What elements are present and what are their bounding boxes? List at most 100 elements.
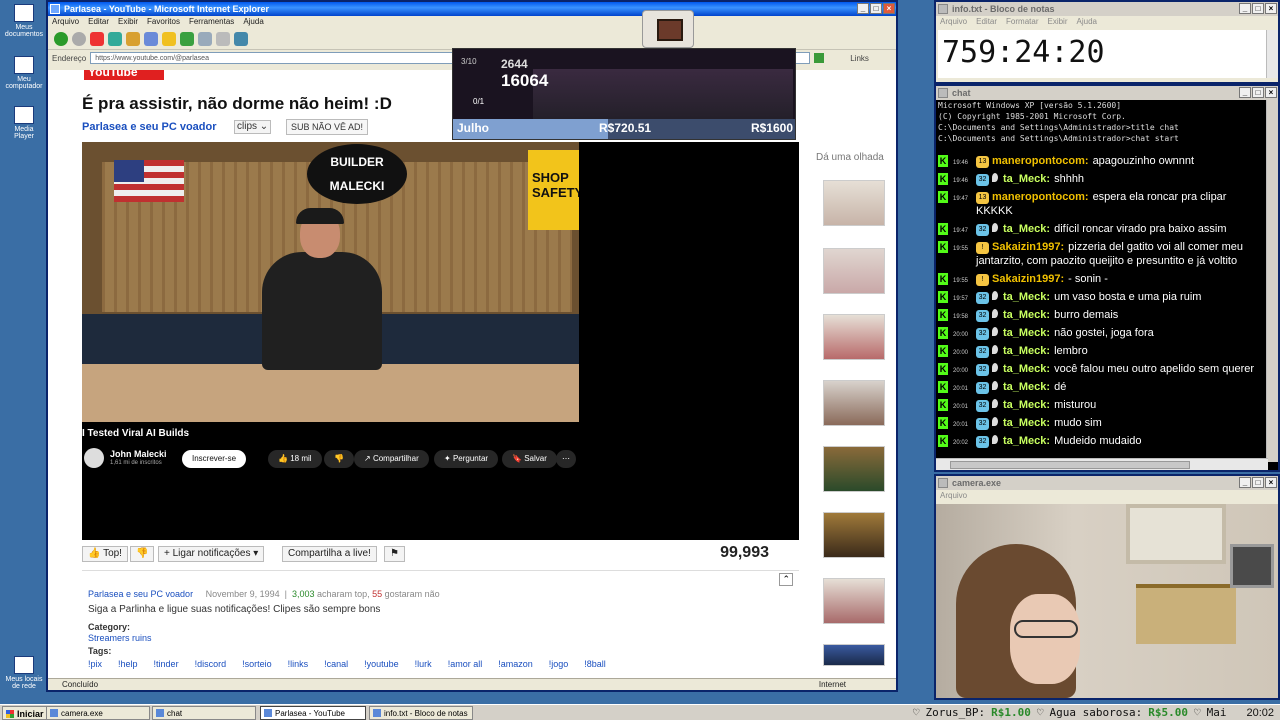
desktop-icon-documents[interactable]: Meus documentos <box>4 4 44 38</box>
menu-view[interactable]: Exibir <box>118 16 138 28</box>
dislike-button[interactable]: 👎 <box>324 450 354 468</box>
like-button[interactable]: 👍 18 mil <box>268 450 322 468</box>
maximize-button[interactable]: □ <box>1252 87 1264 98</box>
tag-link[interactable]: !discord <box>195 659 227 669</box>
close-button[interactable]: × <box>1265 87 1277 98</box>
recommended-thumbnail[interactable] <box>823 248 885 294</box>
minimize-button[interactable]: _ <box>1239 3 1251 14</box>
desktop-icon-computer[interactable]: Meu computador <box>4 56 44 90</box>
flag-button[interactable]: ⚑ <box>384 546 405 562</box>
share-live-button[interactable]: Compartilha a live! <box>282 546 377 562</box>
go-icon[interactable] <box>814 53 825 63</box>
chat-username[interactable]: ta_Meck: <box>1003 327 1050 339</box>
chat-username[interactable]: ta_Meck: <box>1003 399 1050 411</box>
inner-video-title[interactable]: I Tested Viral AI Builds <box>82 428 189 439</box>
category-link[interactable]: Streamers ruins <box>88 633 152 643</box>
chat-username[interactable]: ta_Meck: <box>1003 435 1050 447</box>
menu-help[interactable]: Ajuda <box>1077 16 1097 28</box>
chat-username[interactable]: ta_Meck: <box>1003 291 1050 303</box>
task-notepad[interactable]: info.txt - Bloco de notas <box>369 706 473 720</box>
refresh-icon[interactable] <box>108 31 122 46</box>
tag-link[interactable]: !amazon <box>498 659 533 669</box>
recommended-thumbnail[interactable] <box>823 446 885 492</box>
close-button[interactable]: × <box>1265 477 1277 488</box>
minimize-button[interactable]: _ <box>1239 87 1251 98</box>
maximize-button[interactable]: □ <box>1252 3 1264 14</box>
youtube-logo[interactable]: YouTube <box>84 70 164 80</box>
start-button[interactable]: Iniciar <box>2 706 49 720</box>
forward-icon[interactable] <box>72 31 86 46</box>
recommended-thumbnail[interactable] <box>823 380 885 426</box>
menu-file[interactable]: Arquivo <box>52 16 79 28</box>
minimize-button[interactable]: _ <box>857 3 869 14</box>
notepad-scrollbar[interactable] <box>1266 30 1278 78</box>
menu-edit[interactable]: Editar <box>88 16 109 28</box>
recommended-thumbnail[interactable] <box>823 512 885 558</box>
search-icon[interactable] <box>144 31 158 46</box>
menu-tools[interactable]: Ferramentas <box>189 16 234 28</box>
print-icon[interactable] <box>216 31 230 46</box>
recommended-thumbnail[interactable] <box>823 644 885 666</box>
video-player[interactable]: BUILDER MALECKI SHOP SAFETY I Tested Viral… <box>82 142 799 540</box>
maximize-button[interactable]: □ <box>870 3 882 14</box>
chat-username[interactable]: maneropontocom: <box>992 191 1089 203</box>
tag-link[interactable]: !sorteio <box>242 659 272 669</box>
maximize-button[interactable]: □ <box>1252 477 1264 488</box>
task-browser[interactable]: Parlasea - YouTube <box>260 706 366 720</box>
chat-username[interactable]: ta_Meck: <box>1003 223 1050 235</box>
ask-button[interactable]: ✦ Perguntar <box>434 450 499 468</box>
video-frame[interactable]: BUILDER MALECKI SHOP SAFETY <box>82 142 579 422</box>
chat-title-bar[interactable]: chat _ □ × <box>936 86 1278 100</box>
inner-subscribe-button[interactable]: Inscrever-se <box>182 450 247 468</box>
task-camera[interactable]: camera.exe <box>46 706 150 720</box>
menu-format[interactable]: Formatar <box>1006 16 1038 28</box>
tag-link[interactable]: !canal <box>324 659 348 669</box>
menu-view[interactable]: Exibir <box>1047 16 1067 28</box>
tag-link[interactable]: !pix <box>88 659 102 669</box>
recommended-thumbnail[interactable] <box>823 578 885 624</box>
channel-link[interactable]: Parlasea e seu PC voador <box>82 121 217 133</box>
camera-title-bar[interactable]: camera.exe _ □ × <box>936 476 1278 490</box>
mail-icon[interactable] <box>198 31 212 46</box>
tag-link[interactable]: !lurk <box>415 659 432 669</box>
edit-icon[interactable] <box>234 31 248 46</box>
tag-link[interactable]: !help <box>118 659 138 669</box>
desktop-icon-network[interactable]: Meus locais de rede <box>4 656 44 690</box>
chat-hscrollbar[interactable] <box>936 458 1268 470</box>
chat-username[interactable]: ta_Meck: <box>1003 381 1050 393</box>
notepad-text[interactable]: 759:24:20 <box>938 30 1268 78</box>
home-icon[interactable] <box>126 31 140 46</box>
menu-help[interactable]: Ajuda <box>243 16 263 28</box>
scroll-thumb[interactable] <box>950 461 1190 469</box>
tag-link[interactable]: !jogo <box>549 659 569 669</box>
chat-scrollbar[interactable] <box>1266 100 1278 462</box>
browser-title-bar[interactable]: Parlasea - YouTube - Microsoft Internet … <box>48 2 896 16</box>
subscribe-button[interactable]: SUB NÃO VÊ AD! <box>286 119 369 135</box>
share-button[interactable]: ↗ Compartilhar <box>354 450 429 468</box>
close-button[interactable]: × <box>1265 3 1277 14</box>
close-button[interactable]: × <box>883 3 895 14</box>
chat-username[interactable]: ta_Meck: <box>1003 173 1050 185</box>
minimize-button[interactable]: _ <box>1239 477 1251 488</box>
chat-username[interactable]: Sakaizin1997: <box>992 273 1064 285</box>
chat-username[interactable]: ta_Meck: <box>1003 309 1050 321</box>
tag-link[interactable]: !links <box>288 659 309 669</box>
back-icon[interactable] <box>54 31 68 46</box>
recommended-thumbnail[interactable] <box>823 314 885 360</box>
chat-username[interactable]: ta_Meck: <box>1003 417 1050 429</box>
desktop-icon-media-player[interactable]: Media Player <box>4 106 44 140</box>
more-button[interactable]: ⋯ <box>556 450 576 468</box>
inner-channel-name[interactable]: John Malecki <box>110 449 167 459</box>
links-button[interactable]: Links <box>850 54 869 63</box>
task-chat[interactable]: chat <box>152 706 256 720</box>
chat-username[interactable]: Sakaizin1997: <box>992 241 1064 253</box>
chat-username[interactable]: maneropontocom: <box>992 155 1089 167</box>
menu-favorites[interactable]: Favoritos <box>147 16 180 28</box>
save-button[interactable]: 🔖 Salvar <box>502 450 557 468</box>
tag-link[interactable]: !amor all <box>448 659 483 669</box>
recommended-thumbnail[interactable] <box>823 180 885 226</box>
chat-username[interactable]: ta_Meck: <box>1003 345 1050 357</box>
favorites-icon[interactable] <box>162 31 176 46</box>
tag-link[interactable]: !8ball <box>584 659 606 669</box>
menu-file[interactable]: Arquivo <box>940 16 967 28</box>
